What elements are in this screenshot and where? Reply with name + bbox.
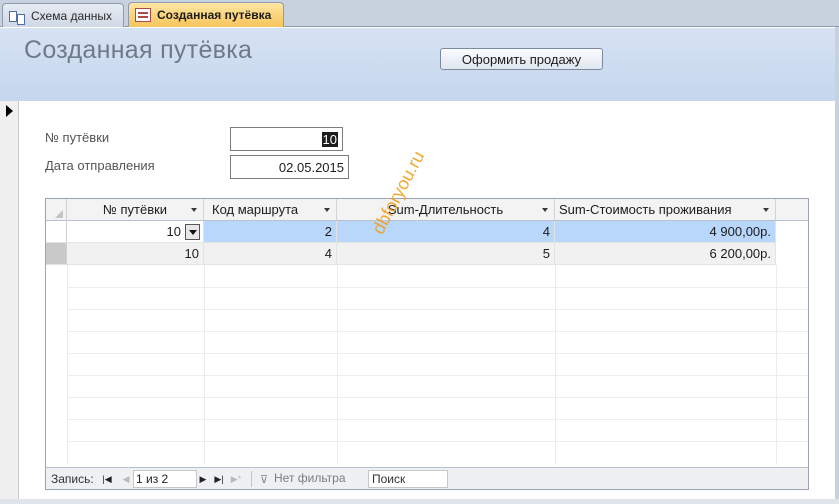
tab-relationships[interactable]: Схема данных: [2, 3, 124, 27]
chevron-down-icon[interactable]: [763, 208, 769, 212]
relationships-icon: [9, 9, 25, 25]
tab-label: Схема данных: [31, 8, 113, 23]
datasheet-header: № путёвки Код маршрута Sum-Длительность …: [46, 199, 808, 221]
cell-route-code[interactable]: 4: [204, 243, 337, 265]
voucher-number-field[interactable]: 10: [230, 127, 343, 151]
document-tab-strip: Схема данных Созданная путёвка: [0, 0, 839, 27]
grid-divider: [67, 375, 808, 376]
table-row[interactable]: 10 4 5 6 200,00р.: [46, 243, 808, 265]
grid-divider: [67, 353, 808, 354]
column-header-route-code[interactable]: Код маршрута: [204, 199, 337, 220]
record-navigation-bar: Запись: |◀ ◀ 1 из 2 ▶ ▶| ▶* ⊽ Нет фильтр…: [46, 467, 808, 489]
cell-voucher[interactable]: 10: [67, 221, 204, 243]
window-bottom-border: [0, 499, 839, 504]
previous-record-icon[interactable]: ◀: [120, 472, 132, 486]
voucher-number-label: № путёвки: [45, 130, 110, 145]
tab-label: Созданная путёвка: [157, 8, 272, 22]
subform-datasheet: № путёвки Код маршрута Sum-Длительность …: [45, 198, 809, 490]
grid-divider: [67, 331, 808, 332]
create-sale-button[interactable]: Оформить продажу: [440, 48, 603, 70]
departure-date-label: Дата отправления: [45, 158, 155, 173]
column-header-voucher[interactable]: № путёвки: [67, 199, 204, 220]
separator: [251, 471, 252, 487]
cell-route-code[interactable]: 2: [204, 221, 337, 243]
filter-icon: ⊽: [260, 474, 269, 486]
chevron-down-icon[interactable]: [324, 208, 330, 212]
form-header: Созданная путёвка Оформить продажу: [0, 28, 839, 101]
cell-voucher[interactable]: 10: [67, 243, 204, 265]
form-icon: [135, 8, 151, 22]
chevron-down-icon[interactable]: [542, 208, 548, 212]
next-record-icon[interactable]: ▶: [197, 472, 209, 486]
current-record-arrow-icon: [6, 105, 13, 117]
cell-accommodation-cost[interactable]: 6 200,00р.: [555, 243, 776, 265]
departure-date-field[interactable]: 02.05.2015: [230, 155, 349, 179]
cell-duration[interactable]: 5: [337, 243, 555, 265]
grid-divider: [67, 265, 68, 465]
grid-divider: [204, 265, 205, 465]
window-right-border: [835, 27, 839, 504]
row-selector[interactable]: [46, 221, 67, 243]
grid-divider: [67, 309, 808, 310]
record-position-input[interactable]: 1 из 2: [133, 470, 197, 488]
column-header-accommodation-cost[interactable]: Sum-Стоимость проживания: [555, 199, 776, 220]
new-record-icon[interactable]: ▶*: [230, 472, 242, 486]
grid-divider: [337, 265, 338, 465]
select-all-corner[interactable]: [46, 199, 67, 221]
column-header-duration[interactable]: Sum-Длительность: [337, 199, 555, 220]
row-selector[interactable]: [46, 243, 67, 265]
voucher-number-value: 10: [321, 132, 338, 147]
record-selector[interactable]: [0, 101, 19, 499]
grid-divider: [67, 419, 808, 420]
tab-created-voucher[interactable]: Созданная путёвка: [128, 2, 284, 27]
record-label: Запись:: [51, 472, 94, 486]
grid-divider: [555, 265, 556, 465]
grid-divider: [67, 287, 808, 288]
table-row[interactable]: 10 2 4 4 900,00р.: [46, 221, 808, 243]
filter-status[interactable]: ⊽ Нет фильтра: [258, 470, 362, 488]
search-input[interactable]: Поиск: [368, 470, 448, 488]
grid-divider: [67, 441, 808, 442]
cell-accommodation-cost[interactable]: 4 900,00р.: [555, 221, 776, 243]
combo-dropdown-icon[interactable]: [185, 224, 200, 240]
form-title: Созданная путёвка: [24, 36, 253, 64]
last-record-icon[interactable]: ▶|: [213, 472, 225, 486]
grid-divider: [776, 265, 777, 465]
chevron-down-icon[interactable]: [191, 208, 197, 212]
grid-divider: [67, 397, 808, 398]
first-record-icon[interactable]: |◀: [101, 472, 113, 486]
